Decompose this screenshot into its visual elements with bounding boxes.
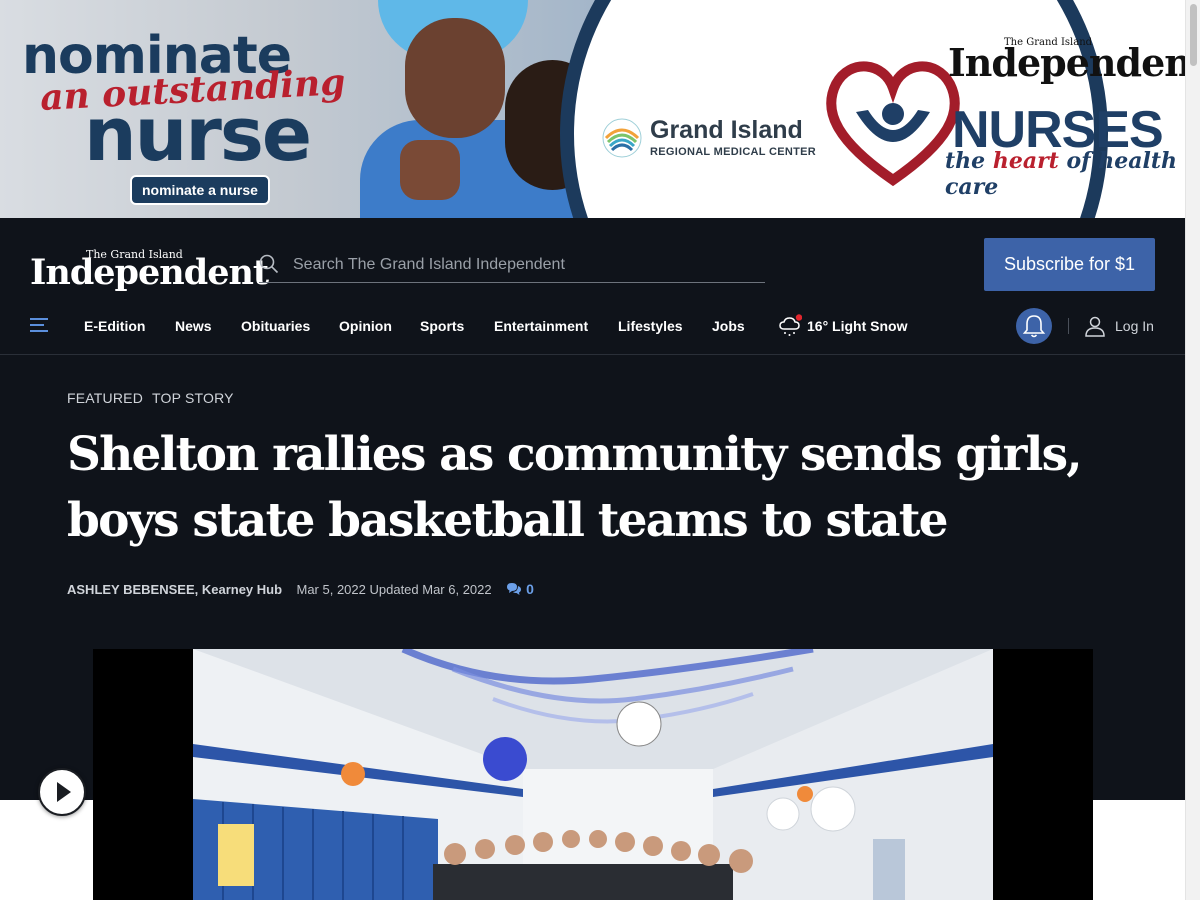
search-bar[interactable] xyxy=(259,248,765,283)
login-label: Log In xyxy=(1115,318,1154,334)
search-input[interactable] xyxy=(291,252,755,278)
nav-item-e-edition[interactable]: E-Edition xyxy=(84,318,145,334)
nav-item-entertainment[interactable]: Entertainment xyxy=(494,318,588,334)
comments-link[interactable]: 0 xyxy=(506,581,534,597)
weather-snow-icon xyxy=(779,314,802,336)
site-logo[interactable]: The Grand Island Independent xyxy=(30,240,269,300)
menu-icon[interactable] xyxy=(30,316,50,334)
article-headline: Shelton rallies as community sends girls… xyxy=(67,427,1083,548)
scrollbar-thumb[interactable] xyxy=(1190,4,1197,66)
bell-icon xyxy=(1022,315,1046,338)
hospital-subtitle: REGIONAL MEDICAL CENTER xyxy=(650,146,817,158)
main-nav: E-Edition News Obituaries Opinion Sports… xyxy=(0,306,1185,355)
hospital-name: Grand Island xyxy=(650,116,803,144)
nav-item-obituaries[interactable]: Obituaries xyxy=(241,318,310,334)
weather-text: 16° Light Snow xyxy=(807,318,908,334)
comment-icon xyxy=(507,583,522,595)
tag-top-story[interactable]: TOP STORY xyxy=(152,390,234,406)
nav-item-jobs[interactable]: Jobs xyxy=(712,318,745,334)
ad-tagline-pre: the xyxy=(945,148,993,174)
notifications-button[interactable] xyxy=(1016,308,1052,344)
nav-divider xyxy=(1068,318,1069,334)
hospital-logo-icon xyxy=(602,118,642,158)
nav-item-opinion[interactable]: Opinion xyxy=(339,318,392,334)
ad-banner[interactable]: nominate an outstanding nurse nominate a… xyxy=(0,0,1185,218)
play-button[interactable] xyxy=(38,768,86,816)
article-media[interactable] xyxy=(93,649,1093,900)
search-icon[interactable] xyxy=(259,254,279,274)
ad-left-panel: nominate an outstanding nurse nominate a… xyxy=(0,0,640,218)
tag-featured[interactable]: FEATURED xyxy=(67,390,143,406)
page-scrollbar[interactable] xyxy=(1185,0,1200,900)
hallway-photo-illustration xyxy=(193,649,993,900)
user-icon xyxy=(1085,316,1105,337)
ad-right-panel: Grand Island REGIONAL MEDICAL CENTER The… xyxy=(600,0,1185,218)
nav-item-sports[interactable]: Sports xyxy=(420,318,464,334)
article-author[interactable]: ASHLEY BEBENSEE, Kearney Hub xyxy=(67,582,282,597)
nav-item-lifestyles[interactable]: Lifestyles xyxy=(618,318,683,334)
article-byline: ASHLEY BEBENSEE, Kearney Hub Mar 5, 2022… xyxy=(67,581,534,601)
comment-count: 0 xyxy=(526,581,534,597)
site-logo-main: Independent xyxy=(30,252,269,293)
ad-headline-nurse: nurse xyxy=(84,92,312,178)
ad-tagline-heart: heart xyxy=(992,148,1059,174)
ad-paper-logo: Independent xyxy=(948,40,1185,85)
subscribe-button[interactable]: Subscribe for $1 xyxy=(984,238,1155,291)
article-dates: Mar 5, 2022 Updated Mar 6, 2022 xyxy=(296,582,492,597)
ad-photo-nurse-hands xyxy=(400,140,460,200)
ad-tagline: the heart of health care xyxy=(945,148,1185,200)
article-photo xyxy=(193,649,993,900)
nav-item-news[interactable]: News xyxy=(175,318,212,334)
nominate-nurse-button[interactable]: nominate a nurse xyxy=(130,175,270,205)
ad-photo-nurse-head xyxy=(405,18,505,138)
play-icon xyxy=(57,782,71,802)
